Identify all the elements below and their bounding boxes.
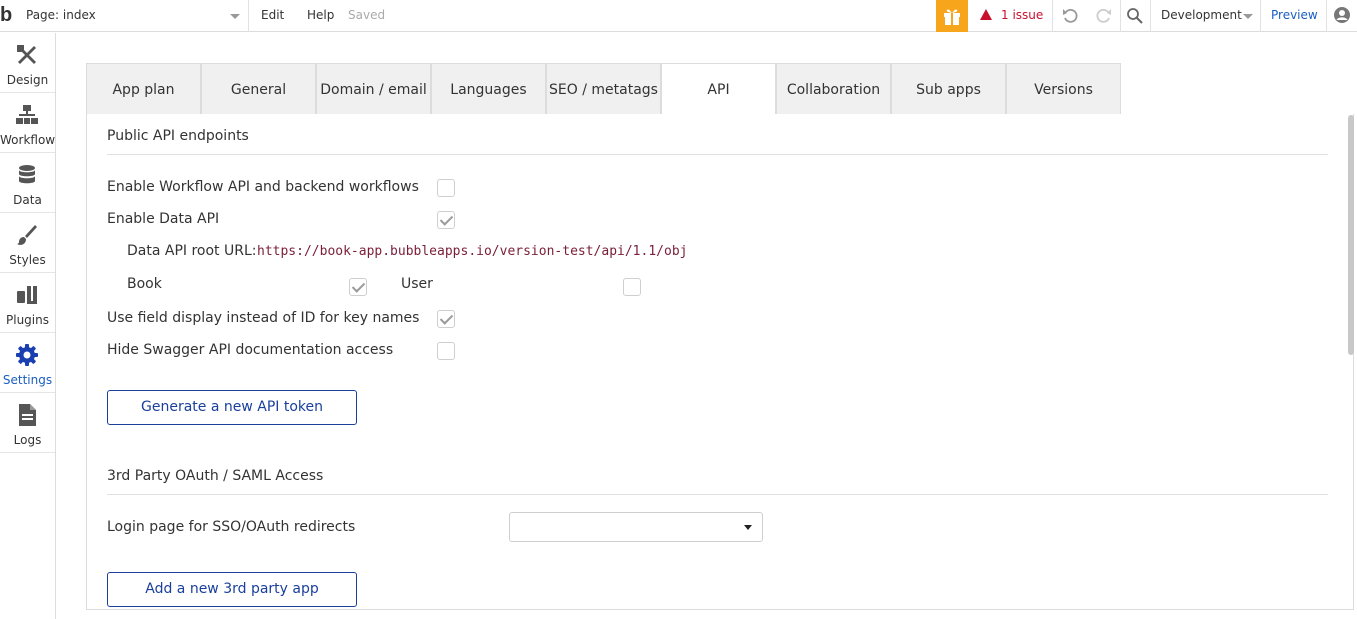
database-icon bbox=[19, 165, 35, 184]
chevron-down-icon bbox=[230, 14, 240, 19]
gift-icon bbox=[944, 9, 960, 25]
sidebar-item-plugins[interactable]: Plugins bbox=[0, 273, 55, 333]
preview-link[interactable]: Preview bbox=[1271, 8, 1318, 22]
type-book-checkbox[interactable] bbox=[349, 278, 367, 296]
tab-app-plan[interactable]: App plan bbox=[86, 63, 201, 115]
gear-icon bbox=[16, 344, 38, 366]
warning-icon bbox=[980, 9, 992, 20]
page-selector-label: Page: index bbox=[26, 8, 96, 22]
field-display-checkbox[interactable] bbox=[437, 310, 455, 328]
tab-collaboration[interactable]: Collaboration bbox=[776, 63, 891, 115]
sidebar-item-label: Settings bbox=[2, 373, 53, 387]
tab-versions[interactable]: Versions bbox=[1006, 63, 1121, 115]
gift-button[interactable] bbox=[936, 0, 968, 32]
divider bbox=[248, 0, 249, 32]
tab-seo-metatags[interactable]: SEO / metatags bbox=[546, 63, 661, 115]
design-tools-icon bbox=[17, 45, 36, 64]
workflow-icon bbox=[16, 105, 38, 124]
caret-down-icon bbox=[744, 525, 752, 530]
save-status: Saved bbox=[348, 8, 386, 22]
sidebar-item-label: Logs bbox=[13, 433, 42, 447]
type-user-label: User bbox=[401, 276, 433, 292]
sidebar-item-design[interactable]: Design bbox=[0, 33, 55, 93]
search-icon[interactable] bbox=[1126, 7, 1144, 25]
sidebar-item-label: Workflow bbox=[0, 133, 56, 147]
user-avatar-icon[interactable] bbox=[1333, 6, 1351, 24]
enable-data-api-checkbox[interactable] bbox=[437, 211, 455, 229]
enable-workflow-api-checkbox[interactable] bbox=[437, 179, 455, 197]
menu-edit[interactable]: Edit bbox=[261, 8, 284, 22]
data-api-root-url: https://book-app.bubbleapps.io/version-t… bbox=[257, 244, 688, 259]
divider bbox=[1150, 0, 1151, 32]
divider bbox=[1260, 0, 1261, 32]
environment-select[interactable]: Development bbox=[1161, 8, 1242, 22]
login-page-dropdown[interactable] bbox=[509, 512, 763, 542]
chevron-down-icon bbox=[1243, 14, 1253, 19]
page-selector[interactable]: Page: index bbox=[18, 0, 248, 32]
field-display-label: Use field display instead of ID for key … bbox=[107, 310, 420, 326]
sidebar-item-logs[interactable]: Logs bbox=[0, 393, 55, 453]
add-3rd-party-app-button[interactable]: Add a new 3rd party app bbox=[107, 572, 357, 607]
type-user-checkbox[interactable] bbox=[623, 278, 641, 296]
divider bbox=[107, 494, 1328, 495]
divider bbox=[1052, 0, 1053, 32]
brush-icon bbox=[17, 225, 37, 245]
sidebar-item-label: Styles bbox=[9, 253, 46, 267]
tab-languages[interactable]: Languages bbox=[431, 63, 546, 115]
document-icon bbox=[19, 404, 36, 426]
hide-swagger-checkbox[interactable] bbox=[437, 342, 455, 360]
redo-icon[interactable] bbox=[1093, 6, 1113, 26]
sidebar-item-label: Plugins bbox=[6, 313, 49, 327]
sidebar-item-styles[interactable]: Styles bbox=[0, 213, 55, 273]
bubble-logo[interactable]: b bbox=[0, 5, 18, 27]
issues-count: 1 issue bbox=[1001, 8, 1044, 22]
undo-icon[interactable] bbox=[1061, 6, 1081, 26]
type-book-label: Book bbox=[127, 276, 162, 292]
tab-api[interactable]: API bbox=[661, 63, 776, 115]
enable-workflow-api-label: Enable Workflow API and backend workflow… bbox=[107, 179, 419, 195]
tab-sub-apps[interactable]: Sub apps bbox=[891, 63, 1006, 115]
scrollbar[interactable] bbox=[1348, 115, 1354, 355]
divider bbox=[1120, 0, 1121, 32]
divider bbox=[107, 154, 1328, 155]
divider bbox=[1326, 0, 1327, 32]
sidebar-item-workflow[interactable]: Workflow bbox=[0, 93, 55, 153]
sidebar-item-label: Data bbox=[13, 193, 42, 207]
sidebar-item-data[interactable]: Data bbox=[0, 153, 55, 213]
sidebar-item-label: Design bbox=[6, 73, 49, 87]
enable-data-api-label: Enable Data API bbox=[107, 211, 220, 227]
top-bar: b Page: index Edit Help Saved 1 issue De… bbox=[0, 0, 1357, 32]
generate-api-token-button[interactable]: Generate a new API token bbox=[107, 390, 357, 425]
section-title-oauth: 3rd Party OAuth / SAML Access bbox=[107, 468, 324, 484]
sidebar-item-settings[interactable]: Settings bbox=[0, 333, 55, 393]
login-page-label: Login page for SSO/OAuth redirects bbox=[107, 519, 356, 535]
tab-general[interactable]: General bbox=[201, 63, 316, 115]
left-sidebar: Design Workflow Data Styles Plugins Sett… bbox=[0, 33, 56, 619]
menu-help[interactable]: Help bbox=[307, 8, 334, 22]
plug-icon bbox=[17, 286, 37, 304]
section-title-public-api: Public API endpoints bbox=[107, 128, 249, 144]
hide-swagger-label: Hide Swagger API documentation access bbox=[107, 342, 394, 358]
tab-domain-email[interactable]: Domain / email bbox=[316, 63, 431, 115]
data-api-root-url-label: Data API root URL: bbox=[127, 243, 257, 259]
